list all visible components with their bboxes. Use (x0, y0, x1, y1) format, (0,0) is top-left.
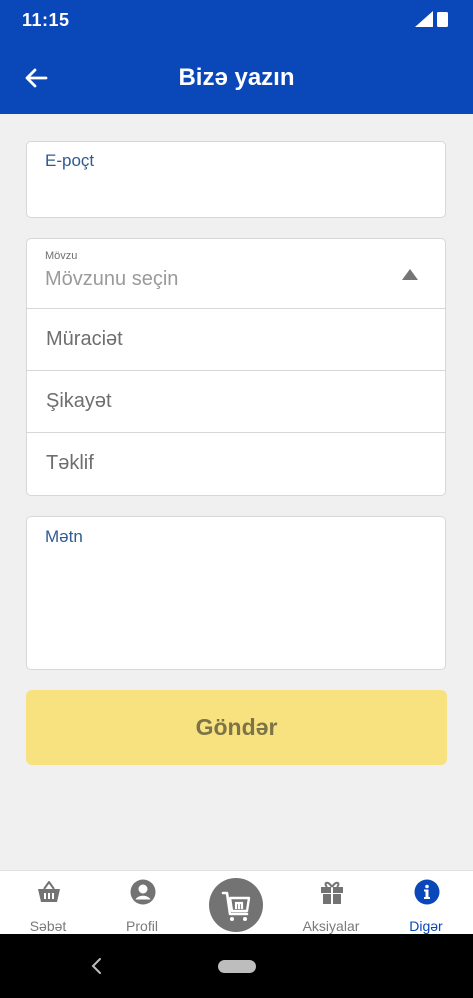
profile-icon (130, 879, 156, 905)
nav-item-profile[interactable]: Profil (102, 871, 182, 935)
dropdown-arrow-up-icon[interactable] (402, 269, 418, 280)
nav-label-deals: Aksiyalar (302, 918, 360, 934)
subject-placeholder: Mövzunu seçin (45, 268, 179, 290)
page-title: Bizə yazın (178, 64, 295, 91)
message-textarea[interactable]: Mətn (26, 516, 446, 670)
subject-option-sikayet[interactable]: Şikayət (27, 371, 445, 433)
option-label: Təklif (46, 452, 94, 474)
option-label: Şikayət (46, 390, 112, 412)
system-back-icon[interactable] (88, 956, 106, 976)
basket-icon (36, 879, 62, 905)
nav-item-other[interactable]: Digər (386, 871, 466, 935)
message-label: Mətn (45, 527, 83, 546)
info-icon (414, 879, 440, 905)
subject-dropdown: Mövzu Mövzunu seçin Müraciət Şikayət Tək… (26, 238, 446, 496)
send-button[interactable]: Göndər (26, 690, 447, 765)
bottom-nav: Səbət Profil Aksiyalar Digər (0, 870, 473, 934)
subject-option-muraciet[interactable]: Müraciət (27, 309, 445, 371)
status-bar: 11:15 (0, 0, 473, 40)
option-label: Müraciət (46, 328, 123, 350)
nav-item-deals[interactable]: Aksiyalar (291, 871, 371, 935)
status-icons (413, 9, 453, 34)
status-time: 11:15 (22, 10, 70, 30)
gift-icon (319, 879, 345, 905)
subject-label: Mövzu (45, 250, 78, 262)
nav-label-profile: Profil (126, 918, 158, 934)
signal-icon (415, 11, 433, 27)
nav-label-basket: Səbət (29, 918, 67, 934)
subject-select[interactable]: Mövzu Mövzunu seçin (27, 239, 445, 309)
brand-logo-button[interactable] (209, 878, 263, 932)
app-bar: Bizə yazın (0, 40, 473, 114)
email-label: E-poçt (45, 151, 95, 170)
system-home-pill[interactable] (218, 960, 256, 973)
subject-option-teklif[interactable]: Təklif (27, 433, 445, 495)
email-field[interactable]: E-poçt (26, 141, 446, 218)
battery-icon (437, 12, 448, 27)
brand-logo-icon (221, 891, 251, 921)
nav-label-other: Digər (409, 918, 443, 934)
nav-item-basket[interactable]: Səbət (8, 871, 88, 935)
system-nav-bar (0, 934, 473, 998)
